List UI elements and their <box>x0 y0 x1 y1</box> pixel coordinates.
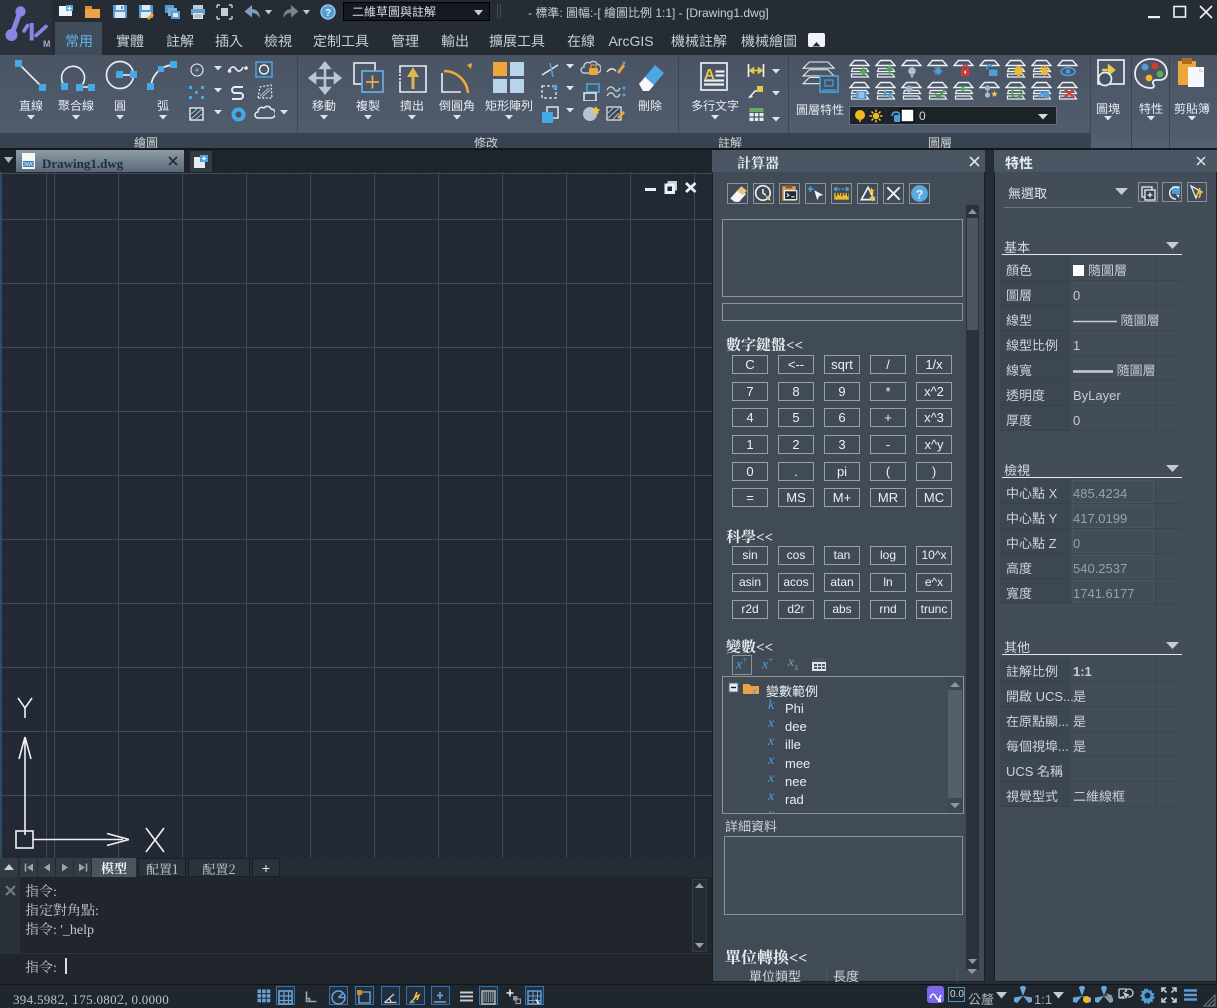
svg-text:?: ? <box>916 188 924 202</box>
svg-text:M: M <box>43 39 51 49</box>
svg-text:?: ? <box>325 8 331 19</box>
svg-text:x: x <box>751 686 757 697</box>
svg-text:DWG: DWG <box>22 162 35 168</box>
svg-text:0: 0 <box>919 109 926 123</box>
